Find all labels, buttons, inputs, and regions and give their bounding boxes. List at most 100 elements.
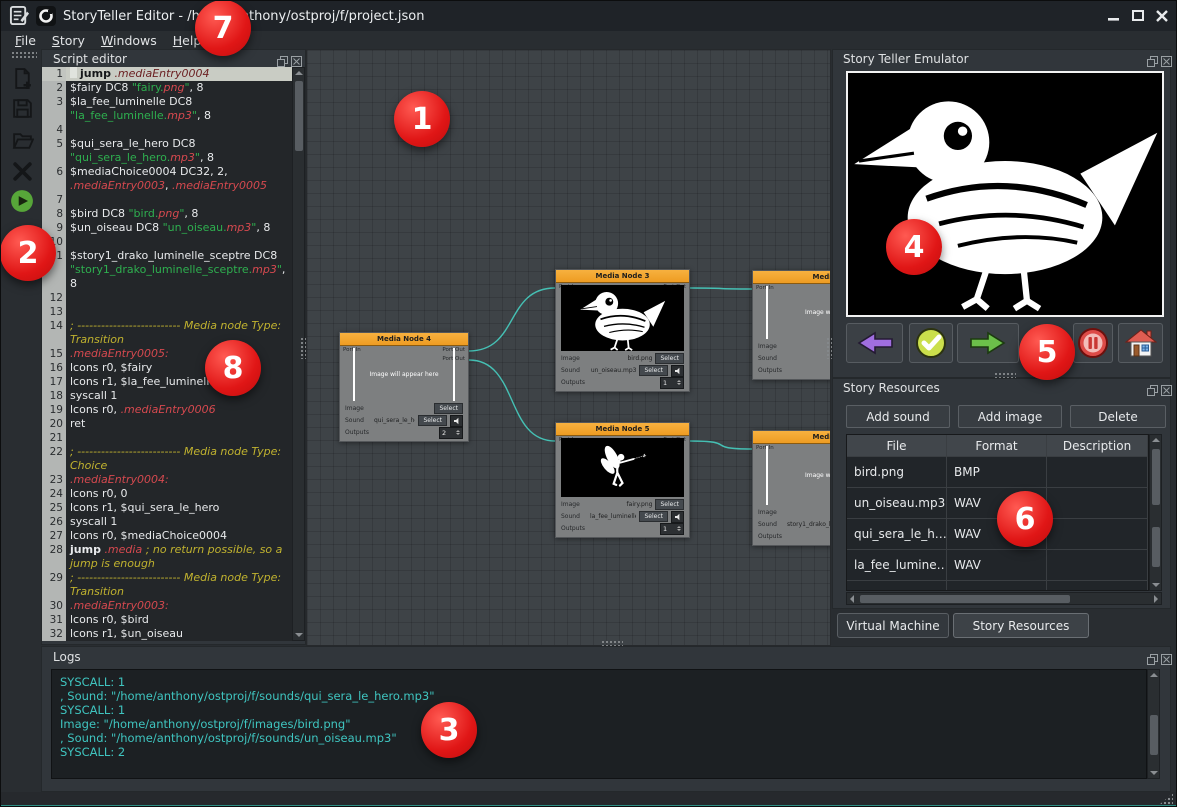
speaker-icon[interactable] — [450, 415, 463, 427]
node-field-label: Sound — [758, 521, 784, 528]
node-field-value: bird.png — [590, 355, 652, 362]
emulator-title: Story Teller Emulator — [843, 52, 969, 66]
node-field-value: qui_sera_le_hero.mp3 — [374, 417, 415, 424]
home-button[interactable] — [1118, 323, 1163, 363]
splitter-handle[interactable] — [994, 372, 1016, 378]
table-hscrollbar[interactable] — [846, 592, 1162, 605]
app-logo-icon — [35, 5, 57, 31]
select-button[interactable]: Select — [639, 365, 668, 376]
menu-story[interactable]: Story — [52, 33, 85, 48]
splitter-handle[interactable] — [826, 337, 832, 359]
minimize-button[interactable] — [1104, 6, 1124, 25]
select-button[interactable]: Select — [639, 511, 668, 522]
code-line-18: 18syscall 1 — [42, 389, 292, 403]
forward-arrow-icon — [969, 330, 1007, 356]
code-line-6: 6$mediaChoice0004 DC32, 2, .mediaEntry00… — [42, 165, 292, 193]
pause-button[interactable] — [1073, 323, 1113, 363]
close-panel-icon[interactable] — [1161, 650, 1172, 661]
float-panel-icon[interactable] — [1147, 381, 1158, 392]
node-graph-canvas[interactable]: Media Node 4Port InPort OutPort OutImage… — [306, 49, 831, 646]
media-node[interactable]: Media Node 3Port InPort OutImagebird.png… — [555, 269, 690, 392]
select-button[interactable]: Select — [655, 353, 684, 364]
code-line-32: 32lcons r1, $un_oiseau — [42, 627, 292, 641]
speaker-icon[interactable] — [671, 511, 684, 523]
toolbar-drag-handle[interactable] — [11, 51, 37, 58]
add-image-button[interactable]: Add image — [958, 405, 1062, 428]
float-panel-icon[interactable] — [1147, 650, 1158, 661]
new-file-icon[interactable] — [10, 66, 34, 90]
splitter-handle[interactable] — [300, 337, 306, 359]
home-icon — [1125, 328, 1157, 358]
close-panel-icon[interactable] — [291, 52, 302, 63]
accept-button[interactable] — [909, 323, 953, 363]
node-title[interactable]: Media Node 7 — [753, 271, 831, 284]
table-row[interactable]: bird.pngBMP — [847, 457, 1148, 488]
code-line-29: 29; -------------------------- Media nod… — [42, 571, 292, 599]
splitter-handle[interactable] — [601, 640, 623, 646]
close-project-icon[interactable] — [10, 159, 34, 183]
outputs-spinner[interactable]: 1 — [660, 377, 684, 389]
node-title[interactable]: Media Node 6 — [753, 431, 831, 444]
delete-button[interactable]: Delete — [1070, 405, 1166, 428]
node-field-label: Image — [345, 405, 371, 412]
log-output: SYSCALL: 1 , Sound: "/home/anthony/ostpro… — [51, 669, 1147, 779]
column-header-description[interactable]: Description — [1047, 435, 1148, 456]
close-button[interactable] — [1152, 6, 1172, 25]
code-line-5: 5$qui_sera_le_hero DC8 "qui_sera_le_hero… — [42, 137, 292, 165]
table-cell: un_oiseau.mp3 — [847, 488, 947, 518]
forward-button[interactable] — [957, 323, 1019, 363]
maximize-button[interactable] — [1128, 6, 1148, 25]
annotation-badge-8: 8 — [205, 340, 261, 396]
code-line-26: 26syscall 1 — [42, 515, 292, 529]
float-panel-icon[interactable] — [277, 52, 288, 63]
table-header-row[interactable]: File Format Description — [847, 435, 1148, 457]
tab-story-resources[interactable]: Story Resources — [953, 613, 1089, 638]
table-cell — [1047, 488, 1148, 518]
outputs-spinner[interactable]: 2 — [439, 427, 463, 439]
node-image-area: Image will appear here — [758, 446, 831, 505]
table-vscrollbar[interactable] — [1149, 434, 1162, 591]
log-line: SYSCALL: 1 — [60, 703, 1146, 717]
table-cell: la_fee_lumine… — [847, 550, 947, 580]
node-title[interactable]: Media Node 5 — [556, 423, 689, 436]
media-node[interactable]: Media Node 4Port InPort OutPort OutImage… — [339, 332, 469, 442]
outputs-spinner[interactable]: 1 — [660, 523, 684, 535]
table-row[interactable]: fairy.pngBMP — [847, 581, 1148, 591]
media-node[interactable]: Media Node 5Port InPort OutImagefairy.pn… — [555, 422, 690, 538]
speaker-icon[interactable] — [671, 365, 684, 377]
save-icon[interactable] — [10, 96, 34, 120]
select-button[interactable]: Select — [434, 403, 463, 414]
table-cell: fairy.png — [847, 581, 947, 591]
menu-file[interactable]: File — [15, 33, 36, 48]
float-panel-icon[interactable] — [1147, 52, 1158, 63]
menu-windows[interactable]: Windows — [101, 33, 157, 48]
code-line-28: 28jump .media ; no return possible, so a… — [42, 543, 292, 571]
column-header-file[interactable]: File — [847, 435, 947, 456]
media-node[interactable]: Media Node 7Port InPort OutImage will ap… — [752, 270, 831, 380]
close-panel-icon[interactable] — [1161, 381, 1172, 392]
code-line-10: 10 — [42, 235, 292, 249]
open-folder-icon[interactable] — [10, 128, 34, 152]
select-button[interactable]: Select — [418, 415, 447, 426]
tab-virtual-machine[interactable]: Virtual Machine — [837, 613, 949, 638]
logs-vscrollbar[interactable] — [1147, 669, 1160, 779]
titlebar[interactable]: StoryTeller Editor - /home/anthony/ostpr… — [1, 1, 1176, 31]
node-field-label: Image — [561, 355, 587, 362]
column-header-format[interactable]: Format — [947, 435, 1047, 456]
select-button[interactable]: Select — [655, 499, 684, 510]
code-line-7: 7 — [42, 193, 292, 207]
logs-title: Logs — [53, 650, 81, 664]
run-icon[interactable] — [10, 189, 34, 213]
node-field-label: Sound — [758, 355, 784, 362]
code-line-20: 20ret — [42, 417, 292, 431]
script-editor-title: Script editor — [53, 52, 127, 66]
table-row[interactable]: la_fee_lumine…WAV — [847, 550, 1148, 581]
add-sound-button[interactable]: Add sound — [846, 405, 950, 428]
media-node[interactable]: Media Node 6Port InPort OutImage will ap… — [752, 430, 831, 546]
log-line: SYSCALL: 1 — [60, 675, 1146, 689]
node-title[interactable]: Media Node 4 — [340, 333, 468, 346]
back-button[interactable] — [846, 323, 903, 363]
log-line: , Sound: "/home/anthony/ostproj/f/sounds… — [60, 731, 1146, 745]
node-title[interactable]: Media Node 3 — [556, 270, 689, 283]
close-panel-icon[interactable] — [1161, 52, 1172, 63]
